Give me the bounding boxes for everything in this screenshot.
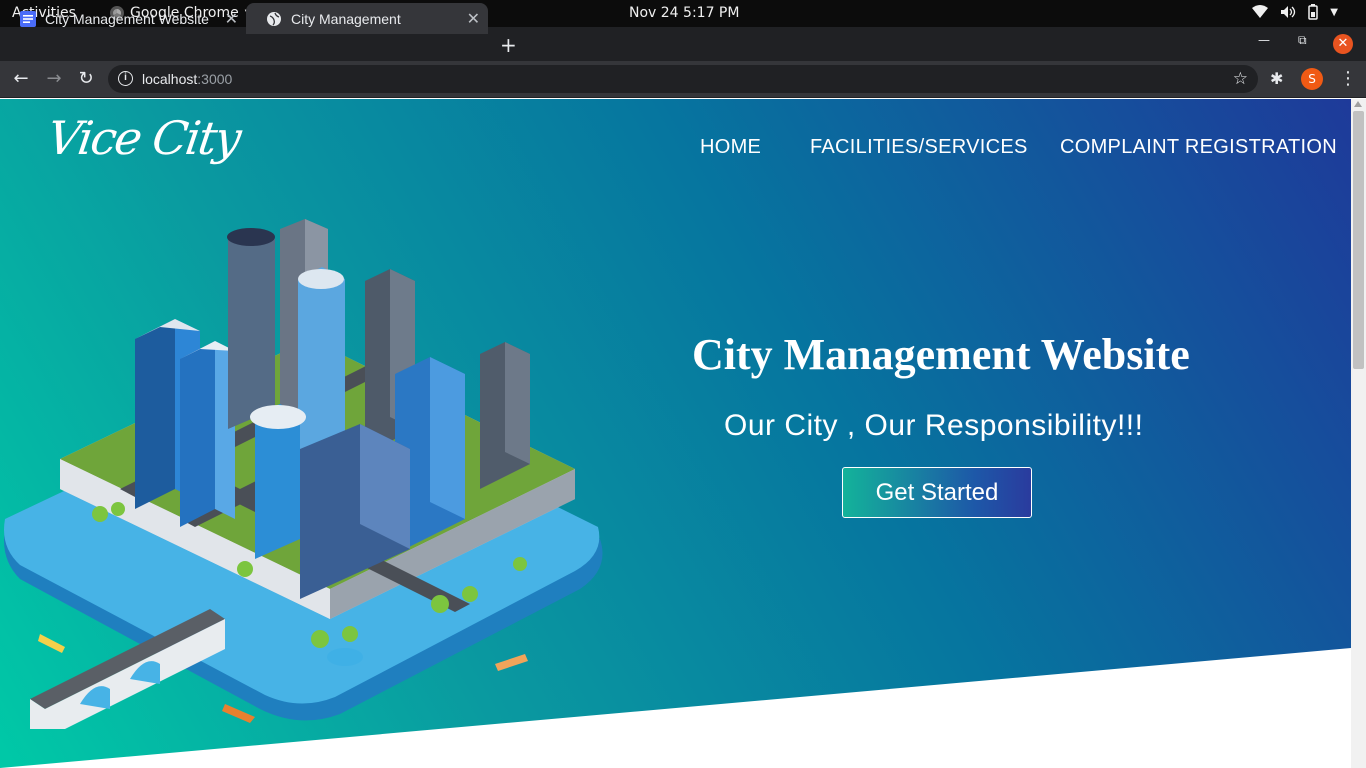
web-page: Vice City HOME FACILITIES/SERVICES COMPL… [0, 99, 1351, 768]
url-text: localhost:3000 [142, 71, 232, 87]
browser-menu-icon[interactable]: ⋮ [1339, 68, 1357, 89]
hero-subtitle: Our City , Our Responsibility!!! [724, 409, 1144, 442]
address-bar[interactable]: i localhost:3000 ☆ [108, 65, 1258, 93]
scrollbar-thumb[interactable] [1353, 111, 1364, 369]
clock[interactable]: Nov 24 5:17 PM [629, 5, 739, 21]
bookmark-star-icon[interactable]: ☆ [1233, 69, 1248, 89]
building [250, 404, 306, 559]
get-started-button[interactable]: Get Started [842, 467, 1032, 518]
caret-down-icon: ▼ [1330, 6, 1338, 18]
tab-city-management-website[interactable]: City Management Website ✕ [0, 3, 246, 34]
tab-title: City Management [291, 10, 401, 27]
extensions-puzzle-icon[interactable]: ✱ [1270, 69, 1283, 88]
url-host: localhost [142, 71, 198, 87]
globe-icon [266, 11, 282, 27]
city-illustration [4, 219, 603, 729]
close-tab-icon[interactable]: ✕ [225, 9, 238, 29]
forward-arrow-icon[interactable]: → [43, 68, 65, 89]
hero-section: Vice City HOME FACILITIES/SERVICES COMPL… [0, 99, 1351, 768]
tab-city-management[interactable]: City Management ✕ [246, 3, 488, 34]
reload-icon[interactable]: ↻ [75, 68, 97, 89]
profile-avatar[interactable]: S [1301, 68, 1323, 90]
battery-icon [1308, 4, 1319, 20]
page-scrollbar[interactable] [1351, 99, 1366, 768]
nav-complaint-link[interactable]: COMPLAINT REGISTRATION [1060, 136, 1337, 159]
back-arrow-icon[interactable]: ← [10, 68, 32, 89]
site-logo[interactable]: Vice City [44, 111, 243, 165]
building [180, 341, 235, 527]
browser-toolbar: ← → ↻ i localhost:3000 ☆ [0, 61, 1366, 98]
new-tab-icon[interactable]: + [500, 33, 517, 57]
close-window-icon[interactable]: ✕ [1333, 34, 1353, 54]
docs-favicon-icon [20, 10, 36, 27]
hero-title: City Management Website [692, 330, 1190, 379]
system-tray[interactable]: ▼ [1252, 4, 1338, 20]
building [227, 228, 275, 429]
wifi-icon [1252, 5, 1269, 18]
close-tab-icon[interactable]: ✕ [467, 9, 480, 29]
volume-icon [1281, 6, 1296, 18]
url-port: :3000 [197, 71, 233, 87]
tab-title: City Management Website [45, 10, 209, 27]
minimize-icon[interactable]: — [1258, 33, 1270, 47]
building [480, 342, 530, 489]
nav-services-link[interactable]: FACILITIES/SERVICES [810, 136, 1028, 159]
scroll-up-arrow-icon[interactable] [1354, 101, 1362, 107]
site-info-icon[interactable]: i [118, 71, 133, 86]
nav-home-link[interactable]: HOME [700, 136, 761, 159]
maximize-icon[interactable]: ⧉ [1298, 33, 1307, 48]
